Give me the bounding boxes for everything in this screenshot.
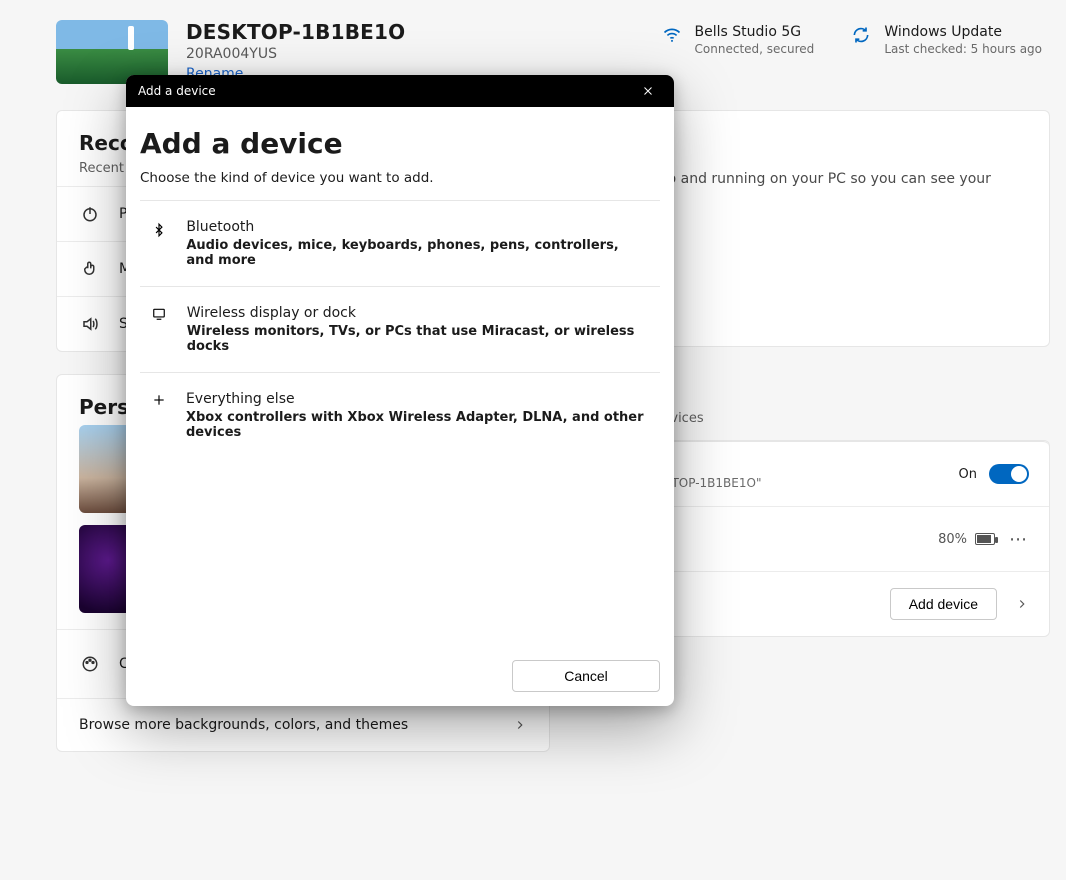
close-icon[interactable] [634, 77, 662, 105]
bluetooth-toggle[interactable] [989, 464, 1029, 484]
browse-themes-label: Browse more backgrounds, colors, and the… [79, 717, 477, 733]
option-wireless-display[interactable]: Wireless display or dock Wireless monito… [140, 286, 660, 372]
windows-update-status[interactable]: Windows Update Last checked: 5 hours ago [850, 24, 1042, 56]
modal-titlebar: Add a device [126, 75, 674, 107]
wifi-icon [661, 24, 683, 46]
modal-titlebar-text: Add a device [138, 84, 216, 98]
bluetooth-state: On [959, 467, 977, 482]
touch-icon [79, 260, 101, 278]
add-device-button[interactable]: Add device [890, 588, 997, 620]
update-substatus: Last checked: 5 hours ago [884, 42, 1042, 56]
option-desc: Xbox controllers with Xbox Wireless Adap… [186, 410, 650, 440]
modal-footer: Cancel [126, 646, 674, 706]
update-icon [850, 24, 872, 46]
option-title: Bluetooth [186, 219, 650, 235]
header-status: Bells Studio 5G Connected, secured Windo… [661, 20, 1050, 56]
plus-icon [150, 391, 168, 440]
add-device-modal: Add a device Add a device Choose the kin… [126, 75, 674, 706]
pc-name: DESKTOP-1B1BE1O [186, 20, 643, 44]
update-name: Windows Update [884, 24, 1042, 40]
palette-icon [79, 655, 101, 673]
modal-heading: Add a device [140, 127, 660, 160]
wifi-substatus: Connected, secured [695, 42, 815, 56]
power-icon [79, 205, 101, 223]
option-title: Everything else [186, 391, 650, 407]
modal-body: Add a device Choose the kind of device y… [126, 107, 674, 646]
wifi-name: Bells Studio 5G [695, 24, 815, 40]
pc-info: DESKTOP-1B1BE1O 20RA004YUS Rename [186, 20, 643, 82]
option-desc: Wireless monitors, TVs, or PCs that use … [187, 324, 650, 354]
option-title: Wireless display or dock [187, 305, 650, 321]
option-desc: Audio devices, mice, keyboards, phones, … [186, 238, 650, 268]
option-bluetooth[interactable]: Bluetooth Audio devices, mice, keyboards… [140, 200, 660, 286]
pc-model: 20RA004YUS [186, 46, 643, 62]
cancel-button[interactable]: Cancel [512, 660, 660, 692]
chevron-right-icon [513, 718, 527, 732]
battery-percent: 80% [938, 532, 967, 547]
battery-icon [975, 533, 995, 545]
bluetooth-icon [150, 219, 168, 268]
more-icon[interactable]: ⋯ [1009, 529, 1029, 550]
modal-description: Choose the kind of device you want to ad… [140, 170, 660, 186]
chevron-right-icon [1015, 597, 1029, 611]
wifi-status[interactable]: Bells Studio 5G Connected, secured [661, 24, 815, 56]
sound-icon [79, 315, 101, 333]
option-everything-else[interactable]: Everything else Xbox controllers with Xb… [140, 372, 660, 458]
display-icon [150, 305, 169, 354]
device-battery: 80% [938, 532, 995, 547]
